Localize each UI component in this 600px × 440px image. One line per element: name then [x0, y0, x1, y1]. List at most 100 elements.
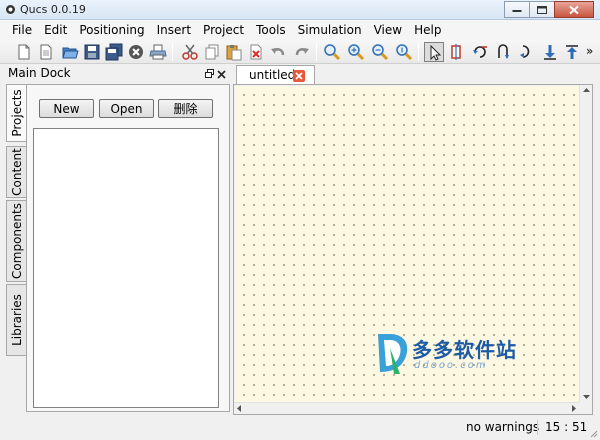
copy-button[interactable] [202, 42, 222, 62]
step-up-button[interactable] [562, 42, 582, 62]
save-icon [84, 44, 100, 60]
status-separator [537, 420, 538, 435]
dock-title: Main Dock [8, 66, 71, 80]
toolbar-separator [172, 43, 173, 61]
zoom-fit-icon [324, 44, 341, 61]
projects-page: New Open 删除 [26, 84, 230, 412]
new-text-icon [40, 44, 52, 60]
new-document-icon [18, 44, 30, 60]
copy-icon [205, 44, 219, 60]
undo-button[interactable] [268, 42, 288, 62]
close-document-icon [129, 45, 143, 59]
close-window-button[interactable] [554, 1, 594, 18]
new-text-button[interactable] [36, 42, 56, 62]
menu-bar: File Edit Positioning Insert Project Too… [0, 20, 600, 40]
zoom-one-button[interactable] [394, 42, 414, 62]
tab-projects[interactable]: Projects [6, 84, 27, 142]
vertical-scrollbar[interactable] [579, 85, 592, 402]
resize-grip-icon[interactable] [588, 428, 598, 438]
delete-button[interactable] [246, 42, 266, 62]
watermark-logo [378, 334, 408, 374]
menu-view[interactable]: View [368, 20, 408, 40]
menu-simulation[interactable]: Simulation [292, 20, 368, 40]
toolbar-overflow-button[interactable]: » [586, 44, 593, 58]
edit-mirror-icon [451, 44, 461, 60]
toolbar-separator [418, 43, 419, 61]
edit-mirror-button[interactable] [446, 42, 466, 62]
horizontal-scrollbar[interactable] [234, 402, 579, 414]
step-down-icon [544, 45, 556, 60]
tab-content[interactable]: Content [6, 146, 27, 198]
open-project-button[interactable]: Open [99, 99, 154, 118]
save-all-icon [105, 43, 123, 61]
scroll-up-icon[interactable] [580, 85, 593, 95]
save-button[interactable] [82, 42, 102, 62]
maximize-icon [537, 5, 547, 14]
tab-libraries[interactable]: Libraries [6, 284, 27, 356]
project-list[interactable] [33, 128, 219, 408]
close-document-button[interactable] [126, 42, 146, 62]
zoom-out-button[interactable] [370, 42, 390, 62]
save-all-button[interactable] [104, 42, 124, 62]
menu-help[interactable]: Help [408, 20, 447, 40]
mirror-y-icon [498, 44, 509, 59]
go-into-button[interactable] [516, 42, 536, 62]
open-file-button[interactable] [60, 42, 80, 62]
scroll-left-icon[interactable] [234, 403, 244, 414]
minimize-button[interactable] [504, 1, 530, 18]
app-icon [6, 5, 15, 14]
float-icon[interactable] [205, 69, 214, 78]
paste-button[interactable] [224, 42, 244, 62]
tab-components[interactable]: Components [6, 200, 27, 282]
toolbar: » [0, 40, 600, 64]
scroll-right-icon[interactable] [569, 403, 579, 414]
close-tab-button[interactable] [293, 70, 305, 82]
zoom-fit-button[interactable] [322, 42, 342, 62]
dock-tab-bar: Projects Content Components Libraries [6, 84, 27, 409]
cut-icon [182, 44, 198, 60]
zoom-out-icon [372, 44, 389, 61]
select-pointer-icon [430, 44, 442, 61]
step-down-button[interactable] [540, 42, 560, 62]
rotate-button[interactable] [470, 42, 490, 62]
dock-close-icon[interactable] [217, 70, 226, 79]
zoom-in-icon [348, 44, 365, 61]
watermark-url: ddooo.com [414, 360, 488, 371]
menu-project[interactable]: Project [197, 20, 250, 40]
document-tab-title: untitled [249, 68, 296, 82]
main-dock: Main Dock Projects Content Components Li… [6, 66, 230, 412]
new-project-button[interactable]: New [39, 99, 94, 118]
open-folder-icon [62, 47, 79, 59]
close-icon [569, 5, 579, 14]
menu-file[interactable]: File [6, 20, 38, 40]
go-into-icon [520, 45, 530, 58]
tab-components-label: Components [9, 203, 24, 279]
tab-untitled[interactable]: untitled [236, 65, 315, 85]
title-bar: Qucs 0.0.19 [0, 0, 600, 20]
select-pointer-button[interactable] [424, 42, 444, 62]
menu-edit[interactable]: Edit [38, 20, 73, 40]
menu-tools[interactable]: Tools [250, 20, 292, 40]
mirror-y-button[interactable] [494, 42, 514, 62]
delete-project-button[interactable]: 删除 [158, 99, 213, 118]
tab-content-label: Content [9, 148, 24, 196]
redo-button[interactable] [292, 42, 312, 62]
toolbar-separator [316, 43, 317, 61]
zoom-in-button[interactable] [346, 42, 366, 62]
watermark-text: 多多软件站 [412, 338, 517, 362]
tab-projects-label: Projects [9, 89, 24, 137]
menu-positioning[interactable]: Positioning [73, 20, 150, 40]
cut-button[interactable] [180, 42, 200, 62]
minimize-icon [512, 9, 522, 12]
rotate-icon [473, 46, 487, 58]
menu-insert[interactable]: Insert [151, 20, 197, 40]
print-button[interactable] [148, 42, 168, 62]
scroll-down-icon[interactable] [580, 392, 593, 402]
warnings-status: no warnings [466, 420, 540, 434]
step-up-icon [566, 45, 578, 59]
watermark: 多多软件站 ddooo.com [372, 330, 542, 376]
maximize-button[interactable] [529, 1, 555, 18]
new-document-button[interactable] [14, 42, 34, 62]
zoom-one-icon [396, 44, 413, 61]
paste-icon [226, 45, 242, 61]
